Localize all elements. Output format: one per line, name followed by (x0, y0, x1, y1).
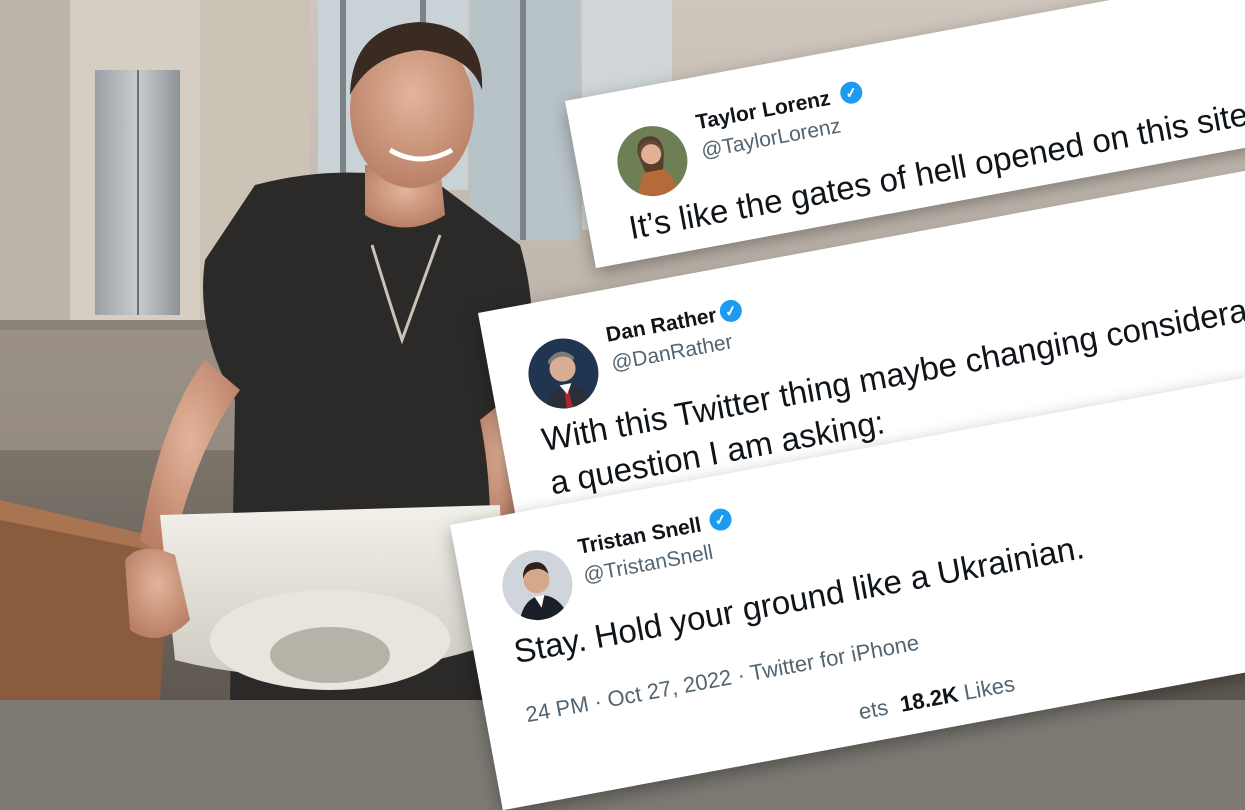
retweets-stat-partial: ets (856, 694, 891, 725)
verified-badge-icon: ✓ (838, 79, 865, 106)
likes-count: 18.2K (897, 681, 961, 717)
avatar[interactable] (496, 544, 579, 626)
avatar[interactable] (611, 120, 694, 202)
verified-badge-icon: ✓ (707, 506, 734, 533)
verified-badge-icon: ✓ (718, 298, 744, 324)
avatar[interactable] (522, 332, 605, 415)
likes-stat[interactable]: 18.2K Likes (898, 671, 1017, 718)
